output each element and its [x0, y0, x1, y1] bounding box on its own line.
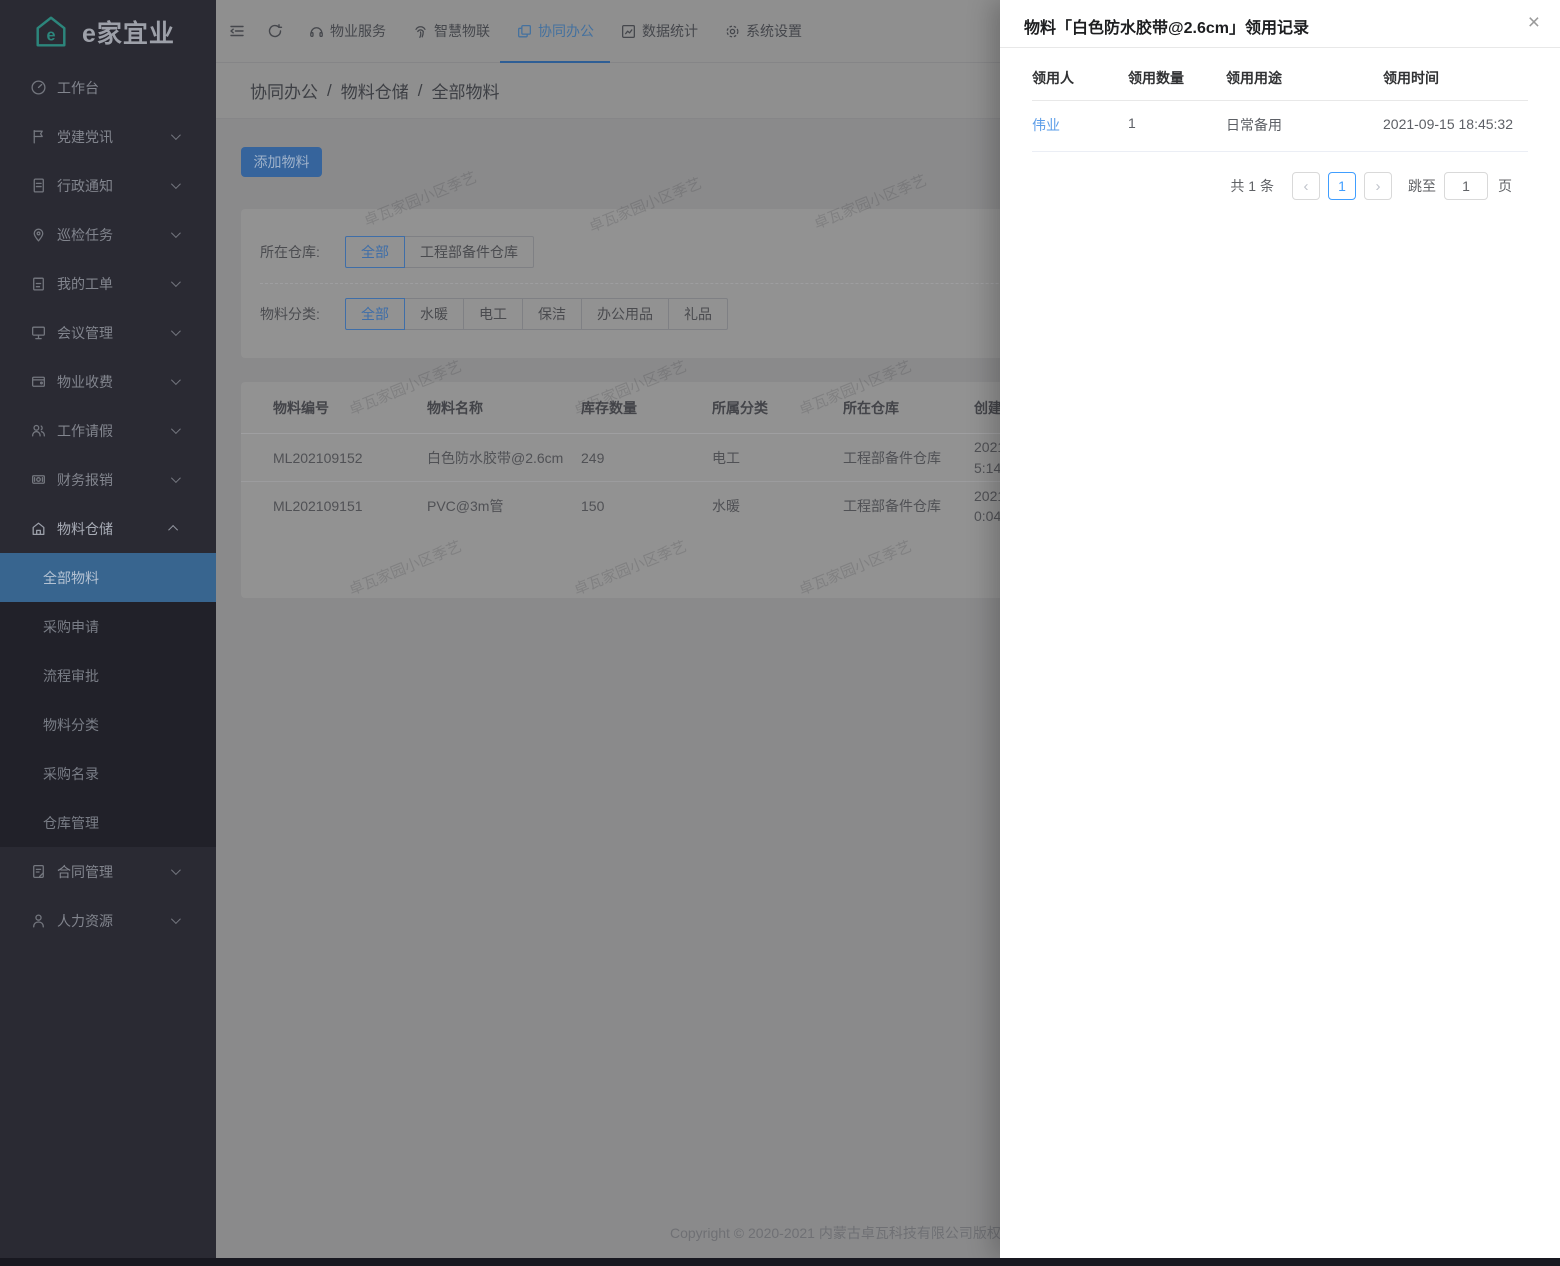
- drawer-body: 领用人 领用数量 领用用途 领用时间 伟业 1 日常备用 2021-09-15 …: [1000, 48, 1560, 200]
- page-number-button[interactable]: 1: [1328, 172, 1356, 200]
- user-link[interactable]: 伟业: [1032, 115, 1128, 135]
- app-root: e e家宜业 工作台 党建党讯 行政通知 巡检任务: [0, 0, 1560, 1266]
- column-header: 领用时间: [1383, 68, 1528, 88]
- usage-quantity: 1: [1128, 115, 1226, 131]
- column-header: 领用用途: [1226, 68, 1383, 88]
- next-page-button[interactable]: ›: [1364, 172, 1392, 200]
- page-jump-input[interactable]: [1444, 172, 1488, 200]
- drawer-header: 物料「白色防水胶带@2.6cm」领用记录 ×: [1000, 0, 1560, 48]
- drawer-title: 物料「白色防水胶带@2.6cm」领用记录: [1024, 20, 1309, 37]
- drawer-mask[interactable]: [0, 0, 1000, 1258]
- drawer-table-header: 领用人 领用数量 领用用途 领用时间: [1032, 68, 1528, 101]
- pagination-total: 共 1 条: [1230, 176, 1274, 196]
- close-icon[interactable]: ×: [1528, 10, 1540, 35]
- usage-purpose: 日常备用: [1226, 115, 1383, 135]
- bottom-bar: [0, 1258, 1560, 1266]
- column-header: 领用数量: [1128, 68, 1226, 88]
- pagination: 共 1 条 ‹ 1 › 跳至 页: [1032, 172, 1528, 200]
- page-word-label: 页: [1498, 176, 1512, 196]
- jump-to-label: 跳至: [1408, 176, 1436, 196]
- prev-page-button[interactable]: ‹: [1292, 172, 1320, 200]
- column-header: 领用人: [1032, 68, 1128, 88]
- usage-record-drawer: 物料「白色防水胶带@2.6cm」领用记录 × 领用人 领用数量 领用用途 领用时…: [1000, 0, 1560, 1258]
- drawer-table-row: 伟业 1 日常备用 2021-09-15 18:45:32: [1032, 101, 1528, 152]
- usage-time: 2021-09-15 18:45:32: [1383, 115, 1513, 135]
